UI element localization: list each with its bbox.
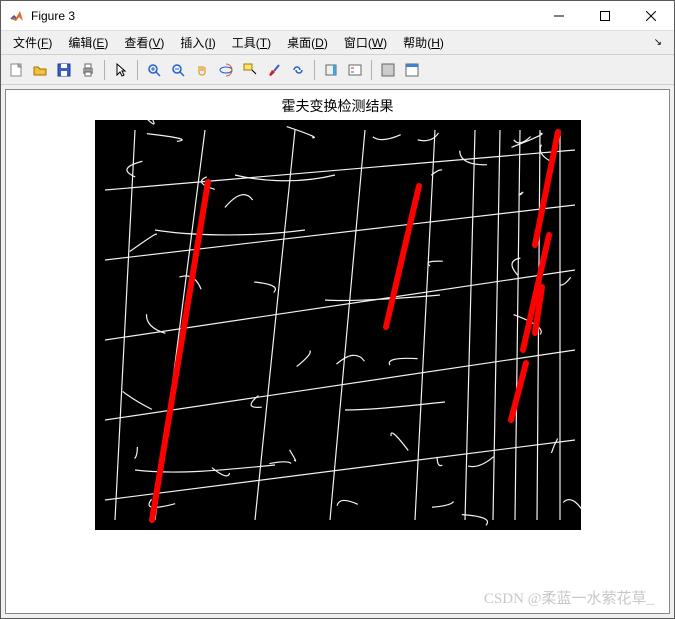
window-title: Figure 3 [31,9,536,23]
save-button[interactable] [53,59,75,81]
data-cursor-button[interactable] [239,59,261,81]
menu-tools[interactable]: 工具(T) [224,32,279,53]
colorbar-button[interactable] [320,59,342,81]
menu-help[interactable]: 帮助(H) [395,32,452,53]
plot-title: 霍夫变换检测结果 [282,96,394,116]
zoom-in-button[interactable] [143,59,165,81]
new-figure-button[interactable] [5,59,27,81]
pointer-button[interactable] [110,59,132,81]
hough-image [95,120,581,530]
menu-file[interactable]: 文件(F) [5,32,60,53]
open-button[interactable] [29,59,51,81]
show-tools-button[interactable] [401,59,423,81]
menu-insert[interactable]: 插入(I) [172,32,223,53]
minimize-button[interactable] [536,1,582,30]
rotate-3d-button[interactable] [215,59,237,81]
close-button[interactable] [628,1,674,30]
window-controls [536,1,674,30]
titlebar: Figure 3 [1,1,674,31]
menu-view[interactable]: 查看(V) [116,32,172,53]
pan-button[interactable] [191,59,213,81]
link-button[interactable] [287,59,309,81]
menu-edit[interactable]: 编辑(E) [60,32,116,53]
menu-more-icon[interactable]: ↘ [646,35,670,50]
zoom-out-button[interactable] [167,59,189,81]
hide-tools-button[interactable] [377,59,399,81]
image-axes [95,120,581,530]
brush-button[interactable] [263,59,285,81]
print-button[interactable] [77,59,99,81]
menubar: 文件(F) 编辑(E) 查看(V) 插入(I) 工具(T) 桌面(D) 窗口(W… [1,31,674,55]
figure-window: Figure 3 文件(F) 编辑(E) 查看(V) 插入(I) 工具(T) 桌… [0,0,675,619]
legend-button[interactable] [344,59,366,81]
toolbar [1,55,674,85]
content-area: 霍夫变换检测结果 CSDN @柔蓝一水萦花草_ [1,85,674,618]
menu-window[interactable]: 窗口(W) [336,32,395,53]
maximize-button[interactable] [582,1,628,30]
matlab-icon [9,8,25,24]
figure-canvas[interactable]: 霍夫变换检测结果 [5,89,670,614]
menu-desktop[interactable]: 桌面(D) [279,32,336,53]
